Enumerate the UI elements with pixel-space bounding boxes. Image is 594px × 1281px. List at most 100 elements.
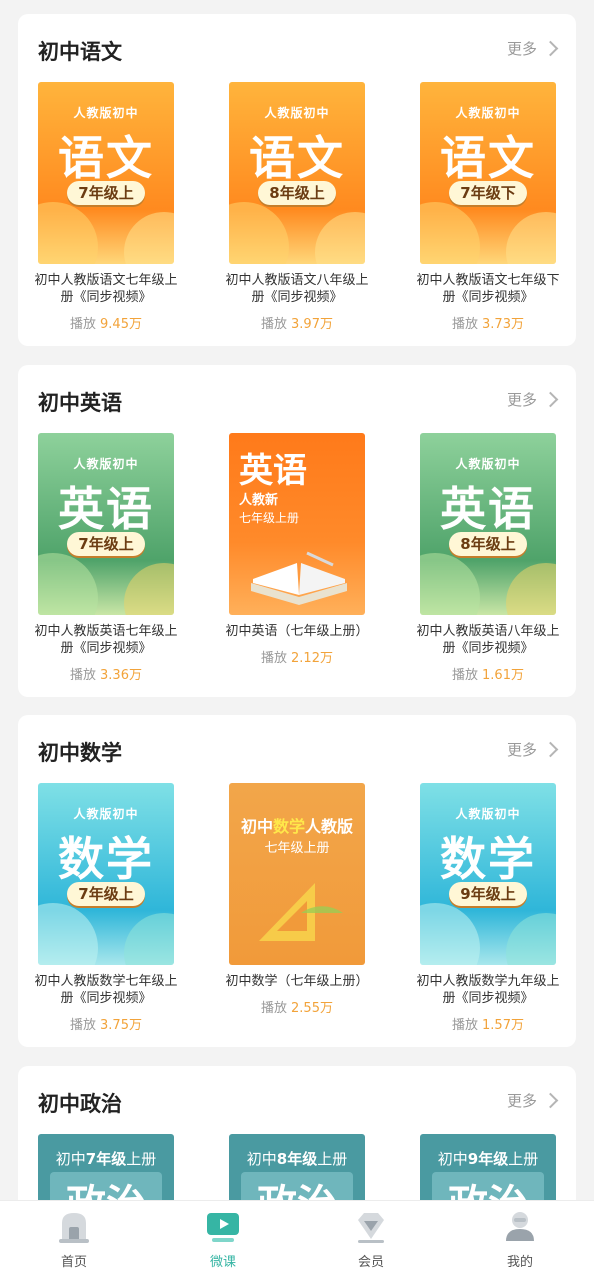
course-cover: 人教版初中 语文 7年级上 — [38, 82, 174, 264]
tab-home[interactable]: 首页 — [24, 1207, 124, 1270]
cover-subject: 英语 — [58, 482, 154, 536]
course-card[interactable]: 人教版初中 数学 7年级上 初中人教版数学七年级上册《同步视频》 播放 3.75万 — [34, 783, 178, 1033]
cover-publisher: 人教版初中 — [455, 457, 521, 471]
open-book-icon — [251, 551, 347, 605]
cover-grade: 8年级上 — [449, 532, 527, 556]
more-button[interactable]: 更多 — [506, 389, 559, 410]
cover-grade: 初中9年级上册 — [437, 1150, 539, 1168]
course-feed[interactable]: 初中语文 更多 人教版初中 语文 7年级上 初中人教版语文七年级上册《同步视频》… — [0, 0, 594, 1200]
course-cover: 初中8年级上册 政治 — [229, 1134, 365, 1200]
course-title: 初中人教版英语八年级上册《同步视频》 — [416, 624, 560, 656]
cover-grade: 7年级上 — [67, 532, 145, 556]
section-header: 初中政治 更多 — [38, 1086, 559, 1118]
course-title: 初中人教版数学九年级上册《同步视频》 — [416, 974, 560, 1006]
home-icon — [55, 1207, 93, 1245]
cover-grade: 初中7年级上册 — [55, 1150, 157, 1168]
section-title: 初中英语 — [38, 391, 122, 415]
course-title: 初中人教版语文七年级下册《同步视频》 — [416, 273, 560, 305]
tab-profile[interactable]: 我的 — [470, 1207, 570, 1270]
cover-subject: 语文 — [440, 131, 536, 185]
tab-label: 会员 — [357, 1255, 384, 1270]
more-button[interactable]: 更多 — [506, 38, 559, 59]
tab-membership[interactable]: 会员 — [321, 1207, 421, 1270]
cover-subject: 数学 — [440, 832, 536, 886]
more-button[interactable]: 更多 — [506, 739, 559, 760]
tab-label: 微课 — [209, 1255, 236, 1270]
course-card[interactable]: 英语 人教新 七年级上册 初中英语（七年级上册） 播放 2.12万 — [225, 433, 369, 666]
course-title: 初中人教版数学七年级上册《同步视频》 — [34, 974, 178, 1006]
chevron-right-icon — [542, 40, 559, 57]
chevron-right-icon — [542, 1092, 559, 1109]
profile-icon — [501, 1207, 539, 1245]
section-english: 初中英语 更多 人教版初中 英语 7年级上 初中人教版英语七年级上册《同步视频》… — [18, 365, 576, 697]
more-button[interactable]: 更多 — [506, 1090, 559, 1111]
course-cover: 人教版初中 语文 8年级上 — [229, 82, 365, 264]
section-header: 初中数学 更多 — [38, 735, 559, 767]
section-title: 初中数学 — [38, 741, 122, 765]
section-title: 初中政治 — [38, 1092, 122, 1116]
cover-grade: 7年级下 — [449, 181, 527, 205]
more-label: 更多 — [506, 40, 537, 58]
tab-label: 首页 — [60, 1255, 87, 1270]
cover-publisher: 人教版初中 — [455, 807, 521, 821]
play-count: 播放 2.55万 — [261, 1001, 333, 1016]
play-count: 播放 1.57万 — [452, 1018, 524, 1033]
course-cover: 初中9年级上册 政治 — [420, 1134, 556, 1200]
diamond-icon — [352, 1207, 390, 1245]
section-math: 初中数学 更多 人教版初中 数学 7年级上 初中人教版数学七年级上册《同步视频》… — [18, 715, 576, 1047]
course-title: 初中数学（七年级上册） — [225, 974, 369, 989]
play-count: 播放 3.75万 — [70, 1018, 142, 1033]
play-count: 播放 9.45万 — [70, 317, 142, 332]
course-card[interactable]: 初中7年级上册 政治 — [38, 1134, 174, 1200]
cover-grade: 初中8年级上册 — [246, 1150, 348, 1168]
section-title: 初中语文 — [38, 40, 122, 64]
course-card[interactable]: 初中数学人教版 七年级上册 初中数学（七年级上册） 播放 2.55万 — [225, 783, 369, 1016]
chevron-right-icon — [542, 391, 559, 408]
course-card[interactable]: 人教版初中 英语 8年级上 初中人教版英语八年级上册《同步视频》 播放 1.61万 — [416, 433, 560, 683]
course-card[interactable]: 人教版初中 语文 7年级下 初中人教版语文七年级下册《同步视频》 播放 3.73万 — [416, 82, 560, 332]
cover-publisher: 人教版初中 — [264, 106, 330, 120]
course-cover: 人教版初中 数学 9年级上 — [420, 783, 556, 965]
play-count: 播放 3.73万 — [452, 317, 524, 332]
play-count: 播放 3.97万 — [261, 317, 333, 332]
more-label: 更多 — [506, 391, 537, 409]
course-cover: 英语 人教新 七年级上册 — [229, 433, 365, 615]
cover-subject: 政治 — [420, 1172, 556, 1200]
cover-subject: 语文 — [249, 131, 345, 185]
section-header: 初中语文 更多 — [38, 34, 559, 66]
cover-publisher: 人教版初中 — [73, 457, 139, 471]
cover-subject: 数学 — [58, 832, 154, 886]
cover-title: 初中数学人教版 — [240, 817, 354, 836]
cover-publisher: 人教版初中 — [455, 106, 521, 120]
set-square-icon — [259, 883, 343, 941]
course-cover: 初中7年级上册 政治 — [38, 1134, 174, 1200]
course-card[interactable]: 人教版初中 语文 8年级上 初中人教版语文八年级上册《同步视频》 播放 3.97万 — [225, 82, 369, 332]
course-card[interactable]: 初中9年级上册 政治 — [420, 1134, 556, 1200]
course-card[interactable]: 人教版初中 英语 7年级上 初中人教版英语七年级上册《同步视频》 播放 3.36万 — [34, 433, 178, 683]
section-chinese: 初中语文 更多 人教版初中 语文 7年级上 初中人教版语文七年级上册《同步视频》… — [18, 14, 576, 346]
cover-subject: 政治 — [229, 1172, 365, 1200]
cover-grade: 7年级上 — [67, 181, 145, 205]
bottom-tab-bar: 首页 微课 会员 我的 — [0, 1200, 594, 1281]
tab-micro-lesson[interactable]: 微课 — [173, 1207, 273, 1270]
cover-grade: 8年级上 — [258, 181, 336, 205]
cover-subject: 政治 — [38, 1172, 174, 1200]
cover-grade: 七年级上册 — [239, 511, 300, 525]
play-count: 播放 1.61万 — [452, 668, 524, 683]
cover-edition: 人教新 — [239, 493, 279, 508]
video-lesson-icon — [204, 1207, 242, 1245]
course-cover: 人教版初中 语文 7年级下 — [420, 82, 556, 264]
course-card[interactable]: 初中8年级上册 政治 — [229, 1134, 365, 1200]
course-title: 初中人教版语文八年级上册《同步视频》 — [225, 273, 369, 305]
cover-subject: 英语 — [440, 482, 536, 536]
more-label: 更多 — [506, 741, 537, 759]
tab-label: 我的 — [506, 1255, 533, 1270]
course-card[interactable]: 人教版初中 数学 9年级上 初中人教版数学九年级上册《同步视频》 播放 1.57万 — [416, 783, 560, 1033]
play-count: 播放 2.12万 — [261, 651, 333, 666]
course-card[interactable]: 人教版初中 语文 7年级上 初中人教版语文七年级上册《同步视频》 播放 9.45万 — [34, 82, 178, 332]
more-label: 更多 — [506, 1092, 537, 1110]
course-title: 初中英语（七年级上册） — [225, 624, 369, 639]
cover-grade: 7年级上 — [67, 882, 145, 906]
cover-publisher: 人教版初中 — [73, 807, 139, 821]
section-politics: 初中政治 更多 初中7年级上册 政治 初中8年级上册 政治 初中9年级上册 政治 — [18, 1066, 576, 1200]
